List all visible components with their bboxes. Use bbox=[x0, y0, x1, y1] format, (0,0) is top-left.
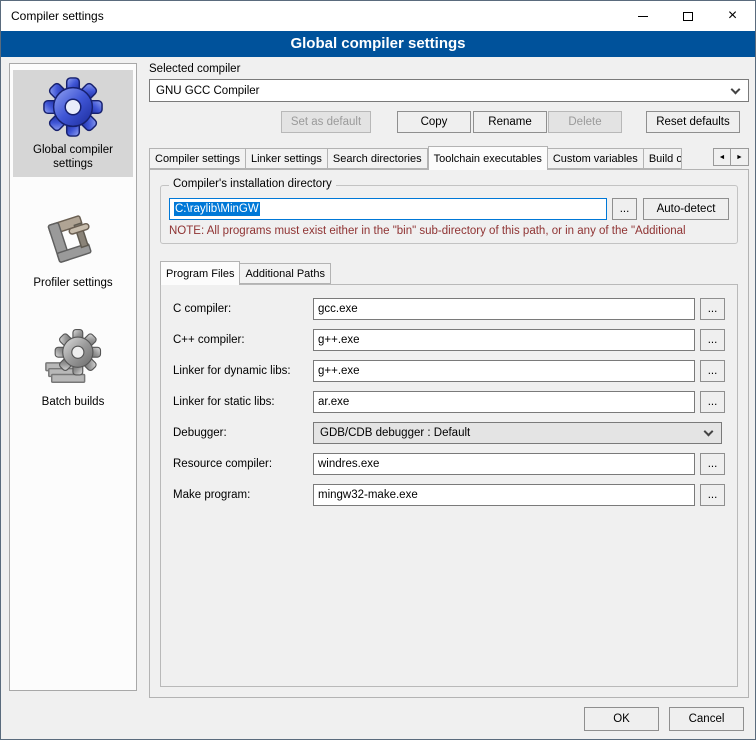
debugger-value: GDB/CDB debugger : Default bbox=[320, 427, 470, 439]
bin-subdirectory-note: NOTE: All programs must exist either in … bbox=[169, 225, 729, 237]
c-compiler-input[interactable]: gcc.exe bbox=[313, 298, 695, 320]
chevron-down-icon bbox=[704, 427, 714, 437]
sidebar-item-label: Global compiler settings bbox=[15, 143, 131, 171]
tab-scroll-left-button[interactable]: ◄ bbox=[713, 148, 731, 166]
form-row-dynamic-linker: Linker for dynamic libs: g++.exe ... bbox=[173, 360, 725, 382]
sidebar-item-label: Profiler settings bbox=[33, 276, 112, 290]
close-icon: × bbox=[728, 8, 737, 24]
sidebar-item-label: Batch builds bbox=[42, 395, 105, 409]
sidebar-item-profiler-settings[interactable]: Profiler settings bbox=[13, 203, 133, 296]
settings-tabstrip: Compiler settings Linker settings Search… bbox=[149, 146, 749, 169]
selected-compiler-label: Selected compiler bbox=[149, 63, 749, 75]
auto-detect-button[interactable]: Auto-detect bbox=[643, 198, 729, 220]
resource-compiler-value: windres.exe bbox=[318, 458, 379, 470]
cpp-compiler-label: C++ compiler: bbox=[173, 334, 313, 346]
close-button[interactable]: × bbox=[710, 1, 755, 31]
dialog-header: Global compiler settings bbox=[1, 31, 755, 57]
resource-compiler-label: Resource compiler: bbox=[173, 458, 313, 470]
installation-directory-row: C:\raylib\MinGW ... Auto-detect bbox=[169, 198, 729, 220]
cpp-compiler-value: g++.exe bbox=[318, 334, 360, 346]
installation-directory-title: Compiler's installation directory bbox=[169, 178, 336, 190]
form-row-make-program: Make program: mingw32-make.exe ... bbox=[173, 484, 725, 506]
static-linker-label: Linker for static libs: bbox=[173, 396, 313, 408]
resource-compiler-input[interactable]: windres.exe bbox=[313, 453, 695, 475]
debugger-label: Debugger: bbox=[173, 427, 313, 439]
dynamic-linker-browse-button[interactable]: ... bbox=[700, 360, 725, 382]
make-program-browse-button[interactable]: ... bbox=[700, 484, 725, 506]
installation-directory-value: C:\raylib\MinGW bbox=[174, 202, 260, 216]
form-row-resource-compiler: Resource compiler: windres.exe ... bbox=[173, 453, 725, 475]
tab-additional-paths[interactable]: Additional Paths bbox=[240, 263, 331, 284]
main-panel: Selected compiler GNU GCC Compiler Set a… bbox=[149, 63, 749, 698]
dynamic-linker-input[interactable]: g++.exe bbox=[313, 360, 695, 382]
chevron-down-icon bbox=[731, 84, 741, 94]
tab-scroll-controls: ◄ ► bbox=[713, 148, 749, 166]
debugger-select[interactable]: GDB/CDB debugger : Default bbox=[313, 422, 722, 444]
dynamic-linker-label: Linker for dynamic libs: bbox=[173, 365, 313, 377]
rename-button[interactable]: Rename bbox=[473, 111, 547, 133]
copy-button[interactable]: Copy bbox=[397, 111, 471, 133]
gray-gear-stack-icon bbox=[42, 328, 104, 390]
reset-defaults-button[interactable]: Reset defaults bbox=[646, 111, 740, 133]
sidebar-item-global-compiler-settings[interactable]: Global compiler settings bbox=[13, 70, 133, 177]
ok-button[interactable]: OK bbox=[584, 707, 659, 731]
dialog-footer: OK Cancel bbox=[584, 707, 744, 731]
c-compiler-label: C compiler: bbox=[173, 303, 313, 315]
selected-compiler-select[interactable]: GNU GCC Compiler bbox=[149, 79, 749, 102]
resource-compiler-browse-button[interactable]: ... bbox=[700, 453, 725, 475]
installation-directory-input[interactable]: C:\raylib\MinGW bbox=[169, 198, 607, 220]
tab-program-files[interactable]: Program Files bbox=[160, 261, 240, 285]
installation-directory-groupbox: Compiler's installation directory C:\ray… bbox=[160, 185, 738, 244]
minimize-button[interactable] bbox=[620, 1, 665, 31]
tab-build-options[interactable]: Build options bbox=[644, 148, 682, 169]
compiler-settings-window: Compiler settings × Global compiler sett… bbox=[0, 0, 756, 740]
profiler-tool-icon bbox=[42, 209, 104, 271]
maximize-icon bbox=[683, 12, 693, 21]
dynamic-linker-value: g++.exe bbox=[318, 365, 360, 377]
tab-compiler-settings[interactable]: Compiler settings bbox=[149, 148, 246, 169]
titlebar: Compiler settings × bbox=[1, 1, 755, 31]
sidebar-item-batch-builds[interactable]: Batch builds bbox=[13, 322, 133, 415]
settings-sidebar: Global compiler settings Profiler settin… bbox=[9, 63, 137, 691]
make-program-label: Make program: bbox=[173, 489, 313, 501]
cpp-compiler-browse-button[interactable]: ... bbox=[700, 329, 725, 351]
gear-icon bbox=[42, 76, 104, 138]
form-row-static-linker: Linker for static libs: ar.exe ... bbox=[173, 391, 725, 413]
tab-scroll-right-button[interactable]: ► bbox=[731, 148, 749, 166]
installation-directory-browse-button[interactable]: ... bbox=[612, 198, 637, 220]
form-row-c-compiler: C compiler: gcc.exe ... bbox=[173, 298, 725, 320]
c-compiler-browse-button[interactable]: ... bbox=[700, 298, 725, 320]
cancel-button[interactable]: Cancel bbox=[669, 707, 744, 731]
maximize-button[interactable] bbox=[665, 1, 710, 31]
compiler-actions: Set as default Copy Rename Delete Reset … bbox=[149, 111, 749, 133]
selected-compiler-value: GNU GCC Compiler bbox=[156, 85, 260, 97]
static-linker-value: ar.exe bbox=[318, 396, 349, 408]
form-row-cpp-compiler: C++ compiler: g++.exe ... bbox=[173, 329, 725, 351]
window-title: Compiler settings bbox=[1, 9, 620, 23]
tab-linker-settings[interactable]: Linker settings bbox=[246, 148, 328, 169]
toolchain-executables-panel: Compiler's installation directory C:\ray… bbox=[149, 169, 749, 698]
minimize-icon bbox=[638, 16, 648, 17]
static-linker-browse-button[interactable]: ... bbox=[700, 391, 725, 413]
tab-toolchain-executables[interactable]: Toolchain executables bbox=[428, 146, 548, 170]
tab-search-directories[interactable]: Search directories bbox=[328, 148, 428, 169]
program-files-panel: C compiler: gcc.exe ... C++ compiler: g+… bbox=[160, 284, 738, 687]
set-as-default-button[interactable]: Set as default bbox=[281, 111, 371, 133]
program-files-tabstrip: Program Files Additional Paths bbox=[160, 261, 738, 284]
tab-custom-variables[interactable]: Custom variables bbox=[548, 148, 644, 169]
delete-button[interactable]: Delete bbox=[548, 111, 622, 133]
make-program-input[interactable]: mingw32-make.exe bbox=[313, 484, 695, 506]
make-program-value: mingw32-make.exe bbox=[318, 489, 418, 501]
static-linker-input[interactable]: ar.exe bbox=[313, 391, 695, 413]
cpp-compiler-input[interactable]: g++.exe bbox=[313, 329, 695, 351]
c-compiler-value: gcc.exe bbox=[318, 303, 358, 315]
form-row-debugger: Debugger: GDB/CDB debugger : Default bbox=[173, 422, 725, 444]
